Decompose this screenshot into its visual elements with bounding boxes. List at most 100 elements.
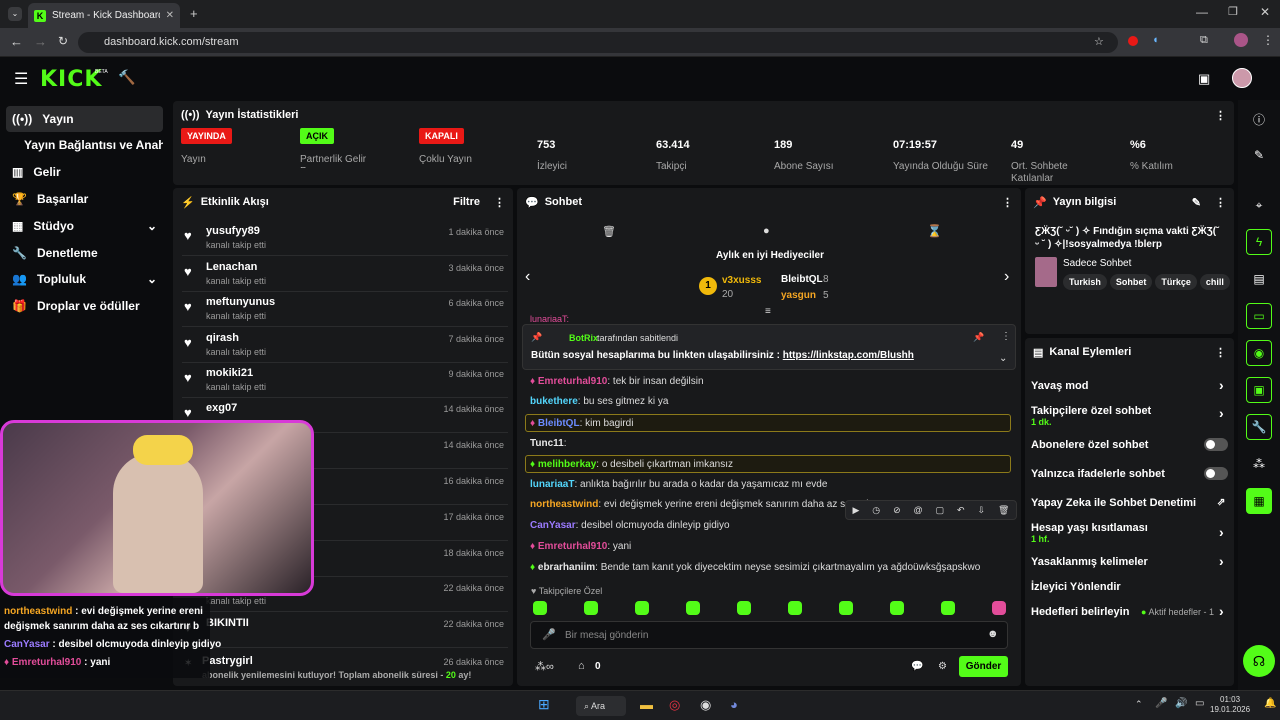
- sidebar-item-droplar[interactable]: 🎁 Droplar ve ödüller: [6, 293, 163, 319]
- action-banned-words[interactable]: Yasaklanmış kelimeler ›: [1031, 553, 1231, 576]
- emoji-icon[interactable]: ☻: [987, 628, 999, 640]
- ban-icon[interactable]: ⊘: [893, 505, 901, 516]
- mic-icon[interactable]: 🎤: [542, 628, 556, 641]
- chat-username[interactable]: Tunc11: [530, 438, 564, 449]
- settings-gear-icon[interactable]: ⚙: [938, 661, 947, 672]
- chat-username[interactable]: lunariaaT: [530, 479, 574, 490]
- more-icon[interactable]: ⋮: [1215, 196, 1226, 209]
- tools-icon[interactable]: 🔨: [118, 69, 135, 86]
- windows-start-icon[interactable]: ⊞: [538, 696, 550, 713]
- app-icon[interactable]: ◉: [700, 697, 711, 713]
- chevron-left-icon[interactable]: ‹: [525, 268, 530, 286]
- mic-icon[interactable]: 🎤: [1155, 698, 1167, 709]
- action-slow-mode[interactable]: Yavaş mod ›: [1031, 377, 1231, 400]
- info-icon[interactable]: ⓘ: [1246, 106, 1272, 132]
- play-icon[interactable]: ▶: [852, 505, 859, 516]
- gifter-name[interactable]: BleibtQL: [781, 274, 823, 285]
- tray-chevron-icon[interactable]: ⌃: [1135, 699, 1143, 710]
- undo-icon[interactable]: ↶: [957, 505, 965, 516]
- more-icon[interactable]: ⋮: [1002, 196, 1013, 209]
- unpin-icon[interactable]: 📌: [973, 332, 984, 343]
- kick-logo[interactable]: KICK: [40, 67, 102, 92]
- sidebar-item-stream-key[interactable]: Yayın Bağlantısı ve Anahtarı: [6, 132, 163, 158]
- chevron-down-icon[interactable]: ⌄: [999, 353, 1007, 364]
- broadcast-icon[interactable]: ◉: [1246, 340, 1272, 366]
- notification-icon[interactable]: 🔔: [1264, 698, 1276, 709]
- chat-username[interactable]: Emreturhal910: [538, 376, 607, 387]
- emote-icon[interactable]: [533, 601, 547, 615]
- new-tab-icon[interactable]: +: [190, 6, 198, 21]
- gifter-name[interactable]: yasgun: [781, 290, 816, 301]
- delete-icon[interactable]: 🗑: [998, 505, 1009, 516]
- tag[interactable]: Turkish: [1063, 274, 1107, 290]
- trash-icon[interactable]: 🗑: [602, 225, 616, 238]
- emote-icon[interactable]: [686, 601, 700, 615]
- emote-icon[interactable]: [992, 601, 1006, 615]
- chat-username[interactable]: ebrarhaniim: [538, 562, 595, 573]
- edit-pencil-icon[interactable]: ✎: [1192, 196, 1201, 209]
- hourglass-icon[interactable]: ⌛: [927, 224, 942, 238]
- chat-input[interactable]: 🎤 Bir mesaj gönderin ☻: [530, 621, 1008, 649]
- layout-icon[interactable]: ▣: [1246, 377, 1272, 403]
- pencil-icon[interactable]: ✎: [1246, 142, 1272, 168]
- discord-icon[interactable]: ◕: [730, 697, 738, 712]
- category-thumbnail[interactable]: [1035, 257, 1057, 287]
- clock[interactable]: 01:03 19.01.2026: [1210, 695, 1250, 715]
- taskbar-search[interactable]: ⌕ Ara: [576, 696, 626, 716]
- sidebar-item-gelir[interactable]: ▥ Gelir: [6, 159, 163, 185]
- sidebar-item-basarilar[interactable]: 🏆 Başarılar: [6, 186, 163, 212]
- chat-message[interactable]: ♦ Emreturhal910: tek bir insan değilsin: [530, 373, 1010, 391]
- forward-icon[interactable]: →: [34, 34, 47, 49]
- reload-icon[interactable]: ↻: [58, 34, 68, 48]
- chat-tab-icon[interactable]: ●: [763, 225, 770, 237]
- maximize-icon[interactable]: ❐: [1228, 5, 1238, 18]
- chat-users-icon[interactable]: 💬: [911, 661, 923, 672]
- chat-message[interactable]: Tunc11:: [530, 435, 1010, 453]
- bookmark-star-icon[interactable]: ☆: [1094, 35, 1104, 48]
- close-window-icon[interactable]: ✕: [1260, 5, 1270, 19]
- chevron-right-icon[interactable]: ›: [1004, 268, 1009, 286]
- wrench-icon[interactable]: 🔧: [1246, 414, 1272, 440]
- action-ai-moderation[interactable]: Yapay Zeka ile Sohbet Denetimi ⇗: [1031, 497, 1231, 517]
- emote-icon[interactable]: [839, 601, 853, 615]
- filter-button[interactable]: Filtre: [453, 196, 480, 208]
- pin-message-icon[interactable]: ⇩: [978, 505, 986, 516]
- activity-name[interactable]: BIKINTII: [206, 617, 249, 629]
- chat-username[interactable]: CanYasar: [530, 520, 576, 531]
- browser-menu-icon[interactable]: ⋮: [1262, 33, 1274, 47]
- timeout-icon[interactable]: ◷: [872, 505, 880, 516]
- tag[interactable]: Türkçe: [1155, 274, 1197, 290]
- copy-icon[interactable]: ▢: [936, 505, 945, 516]
- collapse-icon[interactable]: ≡: [765, 306, 771, 317]
- activity-name[interactable]: mokiki21: [206, 367, 253, 379]
- minimize-icon[interactable]: —: [1196, 5, 1208, 19]
- action-account-age[interactable]: Hesap yaşı kısıtlaması 1 hf. ›: [1031, 522, 1231, 544]
- action-goals[interactable]: Hedefleri belirleyin ● Aktif hedefler - 1…: [1031, 603, 1231, 626]
- points-icon[interactable]: ⁂: [1246, 451, 1272, 477]
- emote-icon[interactable]: [890, 601, 904, 615]
- chat-message[interactable]: ♦ Emreturhal910: yani: [530, 538, 1010, 556]
- chat-username[interactable]: northeastwind: [530, 499, 598, 510]
- emote-only-toggle[interactable]: [1204, 467, 1228, 480]
- back-icon[interactable]: ←: [10, 34, 23, 49]
- hamburger-menu-icon[interactable]: ☰: [14, 69, 28, 89]
- activity-name[interactable]: qirash: [206, 332, 239, 344]
- extensions-puzzle-icon[interactable]: ⧉: [1200, 34, 1208, 47]
- clipboard-icon[interactable]: ▤: [1246, 266, 1272, 292]
- pinned-by-user[interactable]: BotRix: [569, 333, 598, 343]
- channel-points-icon[interactable]: ⁂∞: [535, 660, 554, 673]
- user-avatar[interactable]: [1232, 68, 1252, 88]
- extension-icon[interactable]: ▦: [1246, 488, 1272, 514]
- chat-username[interactable]: Emreturhal910: [538, 541, 607, 552]
- chat-icon[interactable]: ▭: [1246, 303, 1272, 329]
- pinned-link[interactable]: https://linkstap.com/Blushh: [783, 350, 914, 361]
- file-explorer-icon[interactable]: ▬: [640, 697, 653, 712]
- emote-icon[interactable]: [635, 601, 649, 615]
- mention-icon[interactable]: @: [914, 505, 923, 515]
- gifter-name[interactable]: v3xusss: [722, 275, 761, 286]
- action-followers-only[interactable]: Takipçilere özel sohbet 1 dk. ›: [1031, 405, 1231, 427]
- lightning-icon[interactable]: ϟ: [1246, 229, 1272, 255]
- more-icon[interactable]: ⋮: [1001, 331, 1011, 342]
- more-icon[interactable]: ⋮: [494, 196, 505, 209]
- emote-icon[interactable]: [584, 601, 598, 615]
